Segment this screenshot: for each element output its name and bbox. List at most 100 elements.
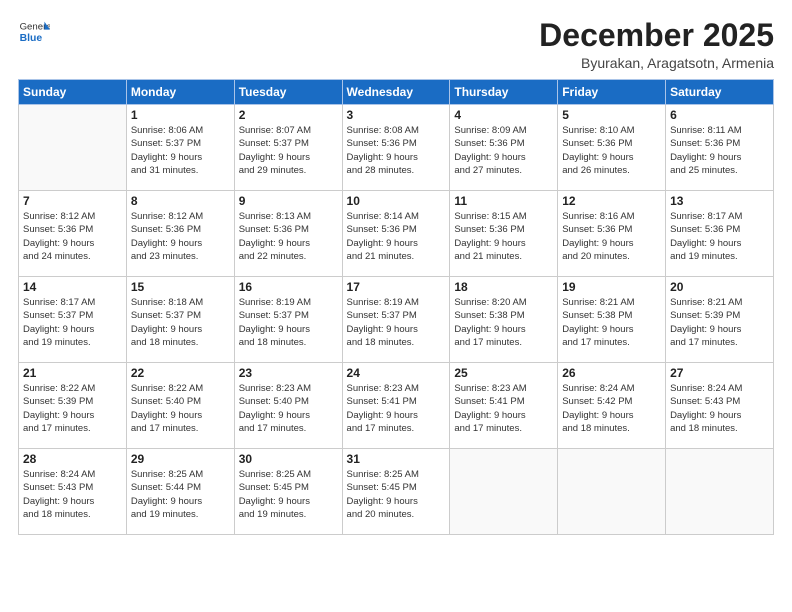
calendar-cell-2-3: 17Sunrise: 8:19 AMSunset: 5:37 PMDayligh…	[342, 277, 450, 363]
calendar-cell-1-3: 10Sunrise: 8:14 AMSunset: 5:36 PMDayligh…	[342, 191, 450, 277]
calendar-cell-2-0: 14Sunrise: 8:17 AMSunset: 5:37 PMDayligh…	[19, 277, 127, 363]
sunrise-text: Sunrise: 8:16 AM	[562, 211, 634, 222]
day-number: 1	[131, 108, 230, 122]
sunset-text: Sunset: 5:36 PM	[454, 138, 524, 149]
day-info: Sunrise: 8:06 AMSunset: 5:37 PMDaylight:…	[131, 124, 230, 177]
day-info: Sunrise: 8:24 AMSunset: 5:42 PMDaylight:…	[562, 382, 661, 435]
title-block: December 2025 Byurakan, Aragatsotn, Arme…	[539, 18, 774, 71]
daylight-line2: and 29 minutes.	[239, 165, 307, 176]
day-number: 14	[23, 280, 122, 294]
calendar-cell-1-1: 8Sunrise: 8:12 AMSunset: 5:36 PMDaylight…	[126, 191, 234, 277]
day-info: Sunrise: 8:22 AMSunset: 5:39 PMDaylight:…	[23, 382, 122, 435]
logo-icon: General Blue	[18, 18, 50, 46]
calendar-cell-4-1: 29Sunrise: 8:25 AMSunset: 5:44 PMDayligh…	[126, 449, 234, 535]
sunset-text: Sunset: 5:36 PM	[347, 138, 417, 149]
sunset-text: Sunset: 5:40 PM	[131, 396, 201, 407]
calendar-cell-0-4: 4Sunrise: 8:09 AMSunset: 5:36 PMDaylight…	[450, 105, 558, 191]
day-info: Sunrise: 8:24 AMSunset: 5:43 PMDaylight:…	[670, 382, 769, 435]
daylight-line2: and 21 minutes.	[347, 251, 415, 262]
day-info: Sunrise: 8:22 AMSunset: 5:40 PMDaylight:…	[131, 382, 230, 435]
header-sunday: Sunday	[19, 80, 127, 105]
sunset-text: Sunset: 5:37 PM	[239, 138, 309, 149]
calendar-cell-3-3: 24 Sunrise: 8:23 AMSunset: 5:41 PMDayligh…	[342, 363, 450, 449]
day-number: 6	[670, 108, 769, 122]
calendar-week-2: 14Sunrise: 8:17 AMSunset: 5:37 PMDayligh…	[19, 277, 774, 363]
day-info: Sunrise: 8:24 AMSunset: 5:43 PMDaylight:…	[23, 468, 122, 521]
day-info: Sunrise: 8:17 AMSunset: 5:36 PMDaylight:…	[670, 210, 769, 263]
sunset-text: Sunset: 5:39 PM	[670, 310, 740, 321]
sunset-text: Sunset: 5:36 PM	[454, 224, 524, 235]
day-info: Sunrise: 8:23 AMSunset: 5:41 PMDaylight:…	[454, 382, 553, 435]
header-thursday: Thursday	[450, 80, 558, 105]
sunset-text: Sunset: 5:38 PM	[454, 310, 524, 321]
sunset-text: Sunset: 5:38 PM	[562, 310, 632, 321]
day-number: 9	[239, 194, 338, 208]
day-info: Sunrise: 8:23 AMSunset: 5:41 PMDaylight:…	[347, 382, 446, 435]
calendar-table: Sunday Monday Tuesday Wednesday Thursday…	[18, 79, 774, 535]
daylight-line1: Daylight: 9 hours	[562, 410, 633, 421]
sunset-text: Sunset: 5:37 PM	[239, 310, 309, 321]
header-wednesday: Wednesday	[342, 80, 450, 105]
daylight-line1: Daylight: 9 hours	[454, 324, 525, 335]
header-tuesday: Tuesday	[234, 80, 342, 105]
day-number: 22	[131, 366, 230, 380]
calendar-cell-4-6	[666, 449, 774, 535]
sunrise-text: Sunrise: 8:21 AM	[562, 297, 634, 308]
sunrise-text: Sunrise: 8:08 AM	[347, 125, 419, 136]
day-info: Sunrise: 8:13 AMSunset: 5:36 PMDaylight:…	[239, 210, 338, 263]
daylight-line2: and 18 minutes.	[670, 423, 738, 434]
daylight-line1: Daylight: 9 hours	[670, 152, 741, 163]
daylight-line1: Daylight: 9 hours	[131, 410, 202, 421]
day-info: Sunrise: 8:10 AMSunset: 5:36 PMDaylight:…	[562, 124, 661, 177]
day-info: Sunrise: 8:14 AMSunset: 5:36 PMDaylight:…	[347, 210, 446, 263]
calendar-cell-1-2: 9 Sunrise: 8:13 AMSunset: 5:36 PMDaylight…	[234, 191, 342, 277]
calendar-cell-0-0	[19, 105, 127, 191]
daylight-line1: Daylight: 9 hours	[454, 152, 525, 163]
day-info: Sunrise: 8:19 AMSunset: 5:37 PMDaylight:…	[347, 296, 446, 349]
calendar-cell-0-5: 5Sunrise: 8:10 AMSunset: 5:36 PMDaylight…	[558, 105, 666, 191]
calendar-cell-4-2: 30Sunrise: 8:25 AMSunset: 5:45 PMDayligh…	[234, 449, 342, 535]
calendar-body: 1 Sunrise: 8:06 AMSunset: 5:37 PMDaylight…	[19, 105, 774, 535]
page: General Blue December 2025 Byurakan, Ara…	[0, 0, 792, 612]
daylight-line2: and 19 minutes.	[670, 251, 738, 262]
day-info: Sunrise: 8:12 AMSunset: 5:36 PMDaylight:…	[131, 210, 230, 263]
logo: General Blue	[18, 18, 50, 46]
sunrise-text: Sunrise: 8:19 AM	[347, 297, 419, 308]
calendar-header: Sunday Monday Tuesday Wednesday Thursday…	[19, 80, 774, 105]
day-number: 20	[670, 280, 769, 294]
sunset-text: Sunset: 5:37 PM	[23, 310, 93, 321]
sunset-text: Sunset: 5:36 PM	[670, 138, 740, 149]
sunrise-text: Sunrise: 8:25 AM	[239, 469, 311, 480]
daylight-line1: Daylight: 9 hours	[131, 238, 202, 249]
daylight-line2: and 18 minutes.	[562, 423, 630, 434]
daylight-line2: and 17 minutes.	[454, 423, 522, 434]
day-number: 31	[347, 452, 446, 466]
daylight-line1: Daylight: 9 hours	[239, 238, 310, 249]
day-number: 13	[670, 194, 769, 208]
weekday-header-row: Sunday Monday Tuesday Wednesday Thursday…	[19, 80, 774, 105]
daylight-line2: and 19 minutes.	[23, 337, 91, 348]
calendar-cell-4-3: 31Sunrise: 8:25 AMSunset: 5:45 PMDayligh…	[342, 449, 450, 535]
header-saturday: Saturday	[666, 80, 774, 105]
sunrise-text: Sunrise: 8:07 AM	[239, 125, 311, 136]
day-number: 16	[239, 280, 338, 294]
day-info: Sunrise: 8:11 AMSunset: 5:36 PMDaylight:…	[670, 124, 769, 177]
daylight-line2: and 17 minutes.	[23, 423, 91, 434]
sunset-text: Sunset: 5:40 PM	[239, 396, 309, 407]
logo-blue: Blue	[20, 33, 43, 44]
day-info: Sunrise: 8:07 AMSunset: 5:37 PMDaylight:…	[239, 124, 338, 177]
day-number: 2	[239, 108, 338, 122]
sunset-text: Sunset: 5:44 PM	[131, 482, 201, 493]
calendar-cell-2-2: 16Sunrise: 8:19 AMSunset: 5:37 PMDayligh…	[234, 277, 342, 363]
day-info: Sunrise: 8:25 AMSunset: 5:45 PMDaylight:…	[239, 468, 338, 521]
day-number: 23	[239, 366, 338, 380]
daylight-line1: Daylight: 9 hours	[23, 410, 94, 421]
sunset-text: Sunset: 5:36 PM	[562, 224, 632, 235]
sunset-text: Sunset: 5:42 PM	[562, 396, 632, 407]
day-number: 24	[347, 366, 446, 380]
day-number: 27	[670, 366, 769, 380]
sunset-text: Sunset: 5:39 PM	[23, 396, 93, 407]
daylight-line1: Daylight: 9 hours	[239, 496, 310, 507]
daylight-line2: and 21 minutes.	[454, 251, 522, 262]
daylight-line1: Daylight: 9 hours	[23, 324, 94, 335]
